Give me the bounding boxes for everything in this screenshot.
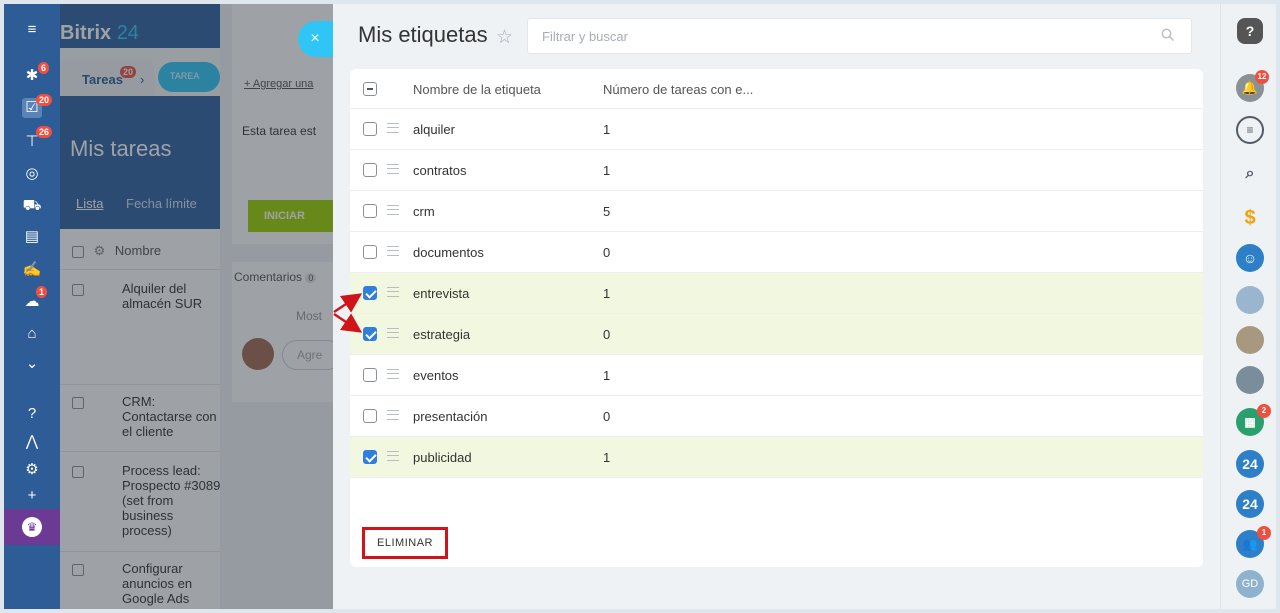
drag-handle-icon[interactable] — [387, 287, 399, 297]
left-navigation: ≡ ✱ 6 ☑ 20 ⊤ 26 ◎ ⛟ ▤ ✍ ☁ 1 ⌂ ⌄ ? ⋀ ⚙ + … — [4, 4, 60, 609]
menu-icon[interactable]: ≡ — [22, 20, 42, 40]
row-checkbox[interactable] — [363, 409, 377, 423]
tag-name: alquiler — [413, 122, 455, 137]
search-icon[interactable]: ⌕ — [1236, 160, 1264, 188]
tag-count: 1 — [603, 163, 611, 178]
delete-button[interactable]: ELIMINAR — [362, 527, 448, 559]
open-channels-icon[interactable]: ☺ — [1236, 244, 1264, 272]
drag-handle-icon[interactable] — [387, 123, 399, 133]
crm-badge: 26 — [36, 126, 53, 138]
search-input[interactable] — [528, 19, 1128, 53]
app-window: ≡ ✱ 6 ☑ 20 ⊤ 26 ◎ ⛟ ▤ ✍ ☁ 1 ⌂ ⌄ ? ⋀ ⚙ + … — [4, 4, 1276, 609]
user-avatar[interactable] — [1236, 286, 1264, 314]
column-tag-name[interactable]: Nombre de la etiqueta — [413, 82, 541, 97]
table-row[interactable]: eventos 1 — [350, 355, 1203, 396]
user-avatar-initials[interactable]: GD — [1236, 570, 1264, 598]
help-icon[interactable]: ? — [1237, 18, 1263, 44]
table-row[interactable]: alquiler 1 — [350, 109, 1203, 150]
messages-icon[interactable]: ≡ — [1236, 116, 1264, 144]
calendar-badge: 2 — [1257, 404, 1271, 418]
bitrix24-icon[interactable]: 24 — [1236, 450, 1264, 478]
tag-count: 0 — [603, 327, 611, 342]
feed-badge: 6 — [38, 62, 50, 74]
tag-name: estrategia — [413, 327, 471, 342]
select-all-checkbox[interactable] — [363, 82, 377, 96]
tag-count: 1 — [603, 286, 611, 301]
right-toolbar: ? 🔔 12 ≡ ⌕ $ ☺ ▦ 2 24 24 👥 1 GD — [1220, 4, 1276, 609]
tag-count: 1 — [603, 122, 611, 137]
tag-count: 1 — [603, 450, 611, 465]
row-checkbox[interactable] — [363, 245, 377, 259]
table-row[interactable]: publicidad 1 — [350, 437, 1203, 478]
drag-handle-icon[interactable] — [387, 451, 399, 461]
table-header: Nombre de la etiqueta Número de tareas c… — [350, 69, 1203, 109]
cart-icon[interactable]: ⛟ — [22, 196, 42, 216]
bitrix24-icon[interactable]: 24 — [1236, 490, 1264, 518]
tag-count: 0 — [603, 409, 611, 424]
tag-name: crm — [413, 204, 435, 219]
row-checkbox[interactable] — [363, 450, 377, 464]
tags-table: Nombre de la etiqueta Número de tareas c… — [350, 69, 1203, 567]
chats-badge: 1 — [36, 286, 48, 298]
bank-icon[interactable]: ⌂ — [22, 324, 42, 344]
row-checkbox[interactable] — [363, 163, 377, 177]
group-badge: 1 — [1257, 526, 1271, 540]
tag-count: 5 — [603, 204, 611, 219]
drag-handle-icon[interactable] — [387, 205, 399, 215]
drag-handle-icon[interactable] — [387, 369, 399, 379]
row-checkbox[interactable] — [363, 368, 377, 382]
panel-title: Mis etiquetas — [358, 22, 488, 47]
table-row[interactable]: documentos 0 — [350, 232, 1203, 273]
more-icon[interactable]: ⌄ — [22, 354, 42, 374]
upgrade-button[interactable]: ♛ — [4, 509, 60, 545]
close-icon[interactable]: × — [298, 21, 338, 57]
tag-count: 1 — [603, 368, 611, 383]
card-icon[interactable]: ▤ — [22, 227, 42, 247]
crown-icon: ♛ — [22, 517, 42, 537]
table-row[interactable]: estrategia 0 — [350, 314, 1203, 355]
dollar-icon[interactable]: $ — [1236, 204, 1264, 232]
annotation-arrows — [333, 293, 363, 333]
tag-name: presentación — [413, 409, 488, 424]
settings-icon[interactable]: ⚙ — [22, 460, 42, 480]
target-icon[interactable]: ◎ — [22, 164, 42, 184]
row-checkbox[interactable] — [363, 204, 377, 218]
tags-panel: Mis etiquetas ☆ Nombre de la etiqueta Nú… — [333, 4, 1220, 609]
table-row[interactable]: entrevista 1 — [350, 273, 1203, 314]
structure-icon[interactable]: ⋀ — [22, 432, 42, 452]
drag-handle-icon[interactable] — [387, 410, 399, 420]
tag-name: eventos — [413, 368, 459, 383]
notifications-badge: 12 — [1255, 70, 1269, 84]
tag-name: publicidad — [413, 450, 472, 465]
tag-name: contratos — [413, 163, 467, 178]
drag-handle-icon[interactable] — [387, 164, 399, 174]
tag-name: entrevista — [413, 286, 470, 301]
table-row[interactable]: crm 5 — [350, 191, 1203, 232]
search-box[interactable] — [527, 18, 1192, 54]
user-avatar[interactable] — [1236, 366, 1264, 394]
tasks-badge: 20 — [36, 94, 53, 106]
star-icon[interactable]: ☆ — [496, 26, 513, 49]
add-icon[interactable]: + — [22, 486, 42, 506]
drag-handle-icon[interactable] — [387, 328, 399, 338]
tag-count: 0 — [603, 245, 611, 260]
column-task-count[interactable]: Número de tareas con e... — [603, 82, 753, 97]
drag-handle-icon[interactable] — [387, 246, 399, 256]
search-icon[interactable] — [1161, 28, 1175, 42]
user-avatar[interactable] — [1236, 326, 1264, 354]
help-icon[interactable]: ? — [22, 404, 42, 424]
table-row[interactable]: contratos 1 — [350, 150, 1203, 191]
row-checkbox[interactable] — [363, 122, 377, 136]
table-row[interactable]: presentación 0 — [350, 396, 1203, 437]
sign-icon[interactable]: ✍ — [22, 260, 42, 280]
tag-name: documentos — [413, 245, 484, 260]
